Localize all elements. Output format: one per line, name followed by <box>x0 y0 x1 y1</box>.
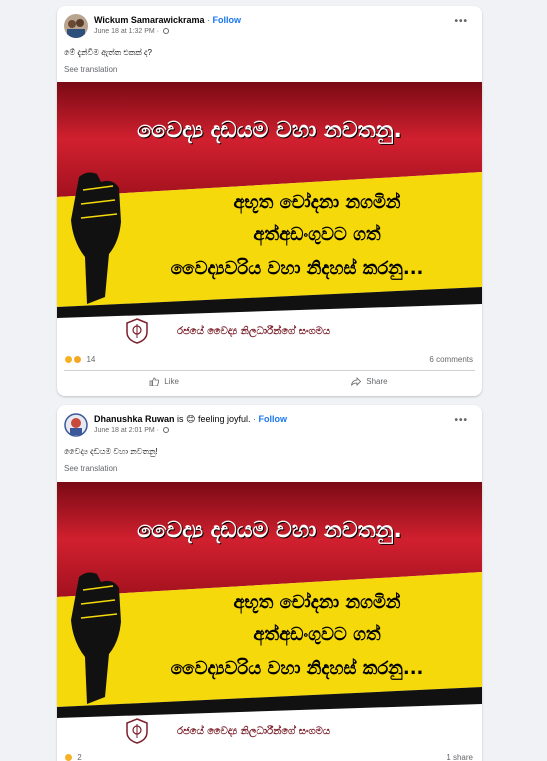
banner-line-1: අභූත චෝදනා නගමින් <box>233 592 401 613</box>
association-emblem-icon <box>126 318 148 344</box>
post-header: Dhanushka Ruwan is 😊 feeling joyful. · F… <box>57 405 482 443</box>
banner-line-1: අභූත චෝදනා නගමින් <box>233 192 401 213</box>
post-text: වෛද්‍ය දඩයම වහා නවතනු! <box>64 447 158 456</box>
is-text: is <box>177 414 184 424</box>
reaction-count: 14 <box>86 355 96 364</box>
banner-headline: වෛද්‍ය දඩයම වහා නවතනු. <box>137 118 402 143</box>
avatar[interactable] <box>64 413 88 437</box>
separator: · <box>207 15 210 25</box>
globe-icon <box>162 427 169 433</box>
feed-post: Wickum Samarawickrama · Follow June 18 a… <box>57 6 482 396</box>
follow-button[interactable]: Follow <box>213 15 242 25</box>
separator: · <box>253 414 257 424</box>
timestamp-text: June 18 at 2:01 PM · <box>94 427 159 434</box>
see-translation-link[interactable]: See translation <box>64 464 117 473</box>
share-label: Share <box>366 377 388 386</box>
banner-headline: වෛද්‍ය දඩයම වහා නවතනු. <box>137 518 402 543</box>
share-button[interactable]: Share <box>351 377 388 386</box>
thumbs-up-icon <box>149 377 159 386</box>
like-label: Like <box>164 377 179 386</box>
reaction-summary[interactable]: 14 <box>64 355 95 364</box>
author-line: Dhanushka Ruwan is 😊 feeling joyful. · F… <box>94 414 287 425</box>
post-timestamp[interactable]: June 18 at 1:32 PM · <box>94 28 169 35</box>
post-text: මේ දැන්වීම ඇත්ත එකක් ද? <box>64 48 152 57</box>
like-button[interactable]: Like <box>149 377 179 386</box>
follow-button[interactable]: Follow <box>259 414 288 424</box>
banner-line-2: අත්අඩංගුවට ගත් <box>253 224 381 245</box>
author-name[interactable]: Dhanushka Ruwan <box>94 414 175 424</box>
reaction-count: 2 <box>77 753 82 761</box>
banner-line-3: වෛද්‍යවරිය වහා නිදහස් කරනු... <box>170 658 424 679</box>
comments-count[interactable]: 6 comments <box>429 355 473 364</box>
share-count[interactable]: 1 share <box>446 753 473 761</box>
see-translation-link[interactable]: See translation <box>64 65 117 74</box>
feed-post: Dhanushka Ruwan is 😊 feeling joyful. · F… <box>57 405 482 761</box>
author-name[interactable]: Wickum Samarawickrama <box>94 15 204 25</box>
banner-line-2: අත්අඩංගුවට ගත් <box>253 624 381 645</box>
globe-icon <box>162 28 169 34</box>
share-arrow-icon <box>351 377 361 386</box>
more-options-icon[interactable]: ••• <box>454 415 468 426</box>
timestamp-text: June 18 at 1:32 PM · <box>94 28 159 35</box>
post-header: Wickum Samarawickrama · Follow June 18 a… <box>57 6 482 44</box>
association-name: රජයේ වෛද්‍ය නිලධාරීන්ගේ සංගමය <box>177 326 331 337</box>
avatar[interactable] <box>64 14 88 38</box>
reaction-summary[interactable]: 2 <box>64 753 82 761</box>
post-image[interactable]: වෛද්‍ය දඩයම වහා නවතනු. අභූත චෝදනා නගමින්… <box>57 82 482 348</box>
post-timestamp[interactable]: June 18 at 2:01 PM · <box>94 427 169 434</box>
more-options-icon[interactable]: ••• <box>454 16 468 27</box>
author-line: Wickum Samarawickrama · Follow <box>94 15 241 25</box>
association-name: රජයේ වෛද්‍ය නිලධාරීන්ගේ සංගමය <box>177 726 331 737</box>
post-image[interactable]: වෛද්‍ය දඩයම වහා නවතනු. අභූත චෝදනා නගමින්… <box>57 482 482 748</box>
haha-reaction-icon <box>64 753 73 761</box>
smile-emoji-icon: 😊 <box>186 414 196 424</box>
association-emblem-icon <box>126 718 148 744</box>
haha-reaction-icon <box>64 355 73 364</box>
wow-reaction-icon <box>73 355 83 364</box>
feeling-text: feeling joyful. <box>197 414 251 424</box>
banner-line-3: වෛද්‍යවරිය වහා නිදහස් කරනු... <box>170 258 424 279</box>
divider <box>64 370 475 371</box>
